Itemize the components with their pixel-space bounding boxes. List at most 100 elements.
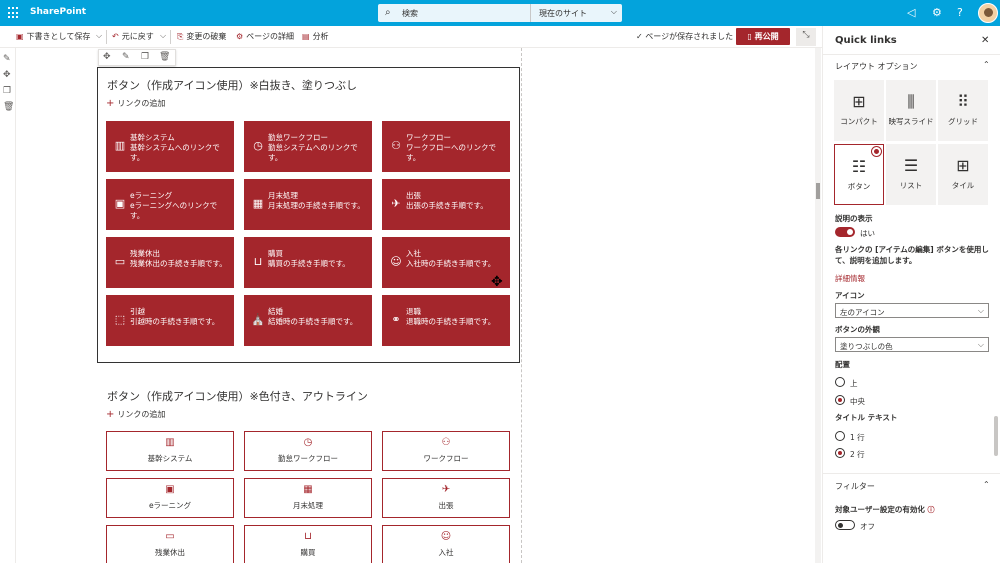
- tile-description: 勤怠システムへのリンクです。: [268, 143, 358, 162]
- collapse-icon[interactable]: ⤡: [796, 28, 816, 46]
- undo-button[interactable]: ↶ 元に戻す: [112, 31, 154, 42]
- moving-icon: ⬚: [114, 313, 126, 326]
- page-details-button[interactable]: ⚙ ページの詳細: [236, 31, 294, 42]
- delete-section-icon[interactable]: 🗑: [3, 102, 14, 112]
- quick-link-tile[interactable]: ◷ 勤怠ワークフロー 勤怠システムへのリンクです。: [244, 121, 372, 172]
- quick-link-tile[interactable]: ⬚ 引越 引越時の手続き手順です。: [106, 295, 234, 346]
- add-link-button-2[interactable]: + リンクの追加: [106, 409, 165, 420]
- add-link-button[interactable]: + リンクの追加: [106, 98, 165, 109]
- save-menu-chevron[interactable]: ⌵: [96, 31, 102, 41]
- move-icon[interactable]: ✥: [103, 52, 111, 62]
- layout-option-tile[interactable]: ⊞ タイル: [938, 144, 988, 205]
- layout-option-compact[interactable]: ⊞ コンパクト: [834, 80, 884, 141]
- megaphone-icon[interactable]: ◁: [907, 6, 915, 19]
- align-center-radio[interactable]: [835, 395, 845, 405]
- save-draft-button[interactable]: ▣ 下書きとして保存: [16, 31, 90, 42]
- quick-link-outline-tile[interactable]: ✈ 出張: [382, 478, 510, 518]
- more-info-link[interactable]: 詳細情報: [835, 273, 865, 284]
- analytics-button[interactable]: ▤ 分析: [302, 31, 329, 42]
- quick-link-outline-tile[interactable]: ▦ 月末処理: [244, 478, 372, 518]
- title-1line-label: 1 行: [850, 433, 865, 442]
- republish-button[interactable]: ▯ 再公開: [736, 28, 790, 45]
- quick-link-outline-tile[interactable]: ▭ 残業休出: [106, 525, 234, 563]
- webpart-title[interactable]: ボタン（作成アイコン使用）※白抜き、塗りつぶし: [107, 77, 357, 93]
- quick-link-tile[interactable]: ▥ 基幹システム 基幹システムへのリンクです。: [106, 121, 234, 172]
- search-box[interactable]: ⌕ 検索 現在のサイト ⌵: [378, 4, 622, 22]
- pane-scrollbar[interactable]: [994, 416, 998, 456]
- tile-label: 勤怠ワークフロー: [278, 454, 338, 463]
- move-cursor-icon: ✥: [491, 274, 503, 290]
- grid-icon: ⠿: [957, 92, 969, 111]
- edit-section-icon[interactable]: ✎: [3, 54, 11, 64]
- filter-header[interactable]: フィルター: [835, 481, 875, 492]
- help-icon[interactable]: ?: [957, 6, 963, 19]
- move-section-icon[interactable]: ✥: [3, 70, 11, 80]
- close-icon[interactable]: ✕: [981, 35, 989, 46]
- layout-option-button-layout[interactable]: ☷ ボタン: [834, 144, 884, 205]
- layout-option-list[interactable]: ☰ リスト: [886, 144, 936, 205]
- avatar[interactable]: [978, 3, 998, 23]
- quick-link-tile[interactable]: ⚇ ワークフロー ワークフローへのリンクです。: [382, 121, 510, 172]
- layout-option-filmstrip[interactable]: ⫼ 映写スライド: [886, 80, 936, 141]
- quick-link-outline-tile[interactable]: ⊔ 購買: [244, 525, 372, 563]
- show-desc-label: 説明の表示: [835, 214, 873, 223]
- webpart-toolbar: ✥ ✎ ❐ 🗑: [98, 49, 176, 66]
- chevron-up-icon[interactable]: ⌃: [983, 60, 990, 69]
- undo-menu-chevron[interactable]: ⌵: [160, 31, 166, 41]
- learning-icon: ▣: [165, 484, 175, 495]
- align-top-radio[interactable]: [835, 377, 845, 387]
- appearance-dropdown[interactable]: 塗りつぶしの色 ⌵: [835, 337, 989, 352]
- chevron-up-icon[interactable]: ⌃: [983, 480, 990, 489]
- tile-title: 出張: [406, 191, 421, 200]
- chevron-down-icon: ⌵: [977, 306, 984, 315]
- tile-label: eラーニング: [148, 501, 192, 510]
- list-icon: ☰: [903, 156, 919, 175]
- tile-description: 退職時の手続き手順です。: [406, 317, 496, 326]
- quick-link-outline-tile[interactable]: ◷ 勤怠ワークフロー: [244, 431, 372, 471]
- info-icon[interactable]: ⓘ: [927, 506, 934, 514]
- chevron-down-icon: ⌵: [610, 7, 617, 16]
- quick-link-tile[interactable]: ▭ 残業休出 残業休出の手続き手順です。: [106, 237, 234, 288]
- quick-link-outline-tile[interactable]: ▣ eラーニング: [106, 478, 234, 518]
- align-label: 配置: [835, 360, 850, 369]
- search-scope-label: 現在のサイト: [539, 9, 587, 18]
- quick-link-tile[interactable]: ▣ eラーニング eラーニングへのリンクです。: [106, 179, 234, 230]
- delete-icon[interactable]: 🗑: [159, 52, 170, 62]
- quick-link-tile[interactable]: ✈ 出張 出張の手続き手順です。: [382, 179, 510, 230]
- gear-icon[interactable]: ⚙: [932, 6, 942, 19]
- title-1line-radio[interactable]: [835, 431, 845, 441]
- layout-label: グリッド: [948, 117, 978, 126]
- tile-title: 購買: [268, 249, 283, 258]
- layout-label: 映写スライド: [888, 117, 934, 126]
- duplicate-icon[interactable]: ❐: [141, 52, 149, 62]
- chevron-down-icon: ⌵: [977, 340, 984, 349]
- duplicate-section-icon[interactable]: ❐: [3, 86, 11, 96]
- quick-link-tile[interactable]: ▦ 月末処理 月末処理の手続き手順です。: [244, 179, 372, 230]
- tile-description: 入社時の手続き手順です。: [406, 259, 496, 268]
- title-2line-radio[interactable]: [835, 448, 845, 458]
- quick-link-outline-tile[interactable]: ▥ 基幹システム: [106, 431, 234, 471]
- quick-link-outline-tile[interactable]: ⚇ ワークフロー: [382, 431, 510, 471]
- keyboard-icon: ▭: [114, 255, 126, 268]
- quick-link-outline-tile[interactable]: ☺ 入社: [382, 525, 510, 563]
- search-input[interactable]: 検索: [402, 8, 418, 19]
- quick-link-tile[interactable]: ⚭ 退職 退職時の手続き手順です。: [382, 295, 510, 346]
- discard-changes-button[interactable]: ⎘ 変更の破棄: [177, 31, 226, 42]
- layout-options-header[interactable]: レイアウト オプション: [835, 61, 918, 72]
- tile-description: 基幹システムへのリンクです。: [130, 143, 220, 162]
- layout-label: リスト: [899, 181, 923, 190]
- column-divider: [521, 48, 522, 563]
- search-scope-dropdown[interactable]: 現在のサイト ⌵: [530, 4, 622, 22]
- edit-icon[interactable]: ✎: [122, 52, 130, 62]
- icon-dropdown[interactable]: 左のアイコン ⌵: [835, 303, 989, 318]
- webpart-title-2[interactable]: ボタン（作成アイコン使用）※色付き、アウトライン: [107, 388, 368, 404]
- quick-link-tile[interactable]: ⛪ 結婚 結婚時の手続き手順です。: [244, 295, 372, 346]
- canvas-scrollbar[interactable]: [815, 48, 821, 563]
- check-icon: ✓: [636, 32, 646, 41]
- audience-toggle[interactable]: [835, 520, 855, 530]
- app-launcher-icon[interactable]: [8, 7, 20, 19]
- show-desc-toggle[interactable]: [835, 227, 855, 237]
- layout-option-grid[interactable]: ⠿ グリッド: [938, 80, 988, 141]
- quick-link-tile[interactable]: ⊔ 購買 購買の手続き手順です。: [244, 237, 372, 288]
- brand-name[interactable]: SharePoint: [30, 7, 86, 17]
